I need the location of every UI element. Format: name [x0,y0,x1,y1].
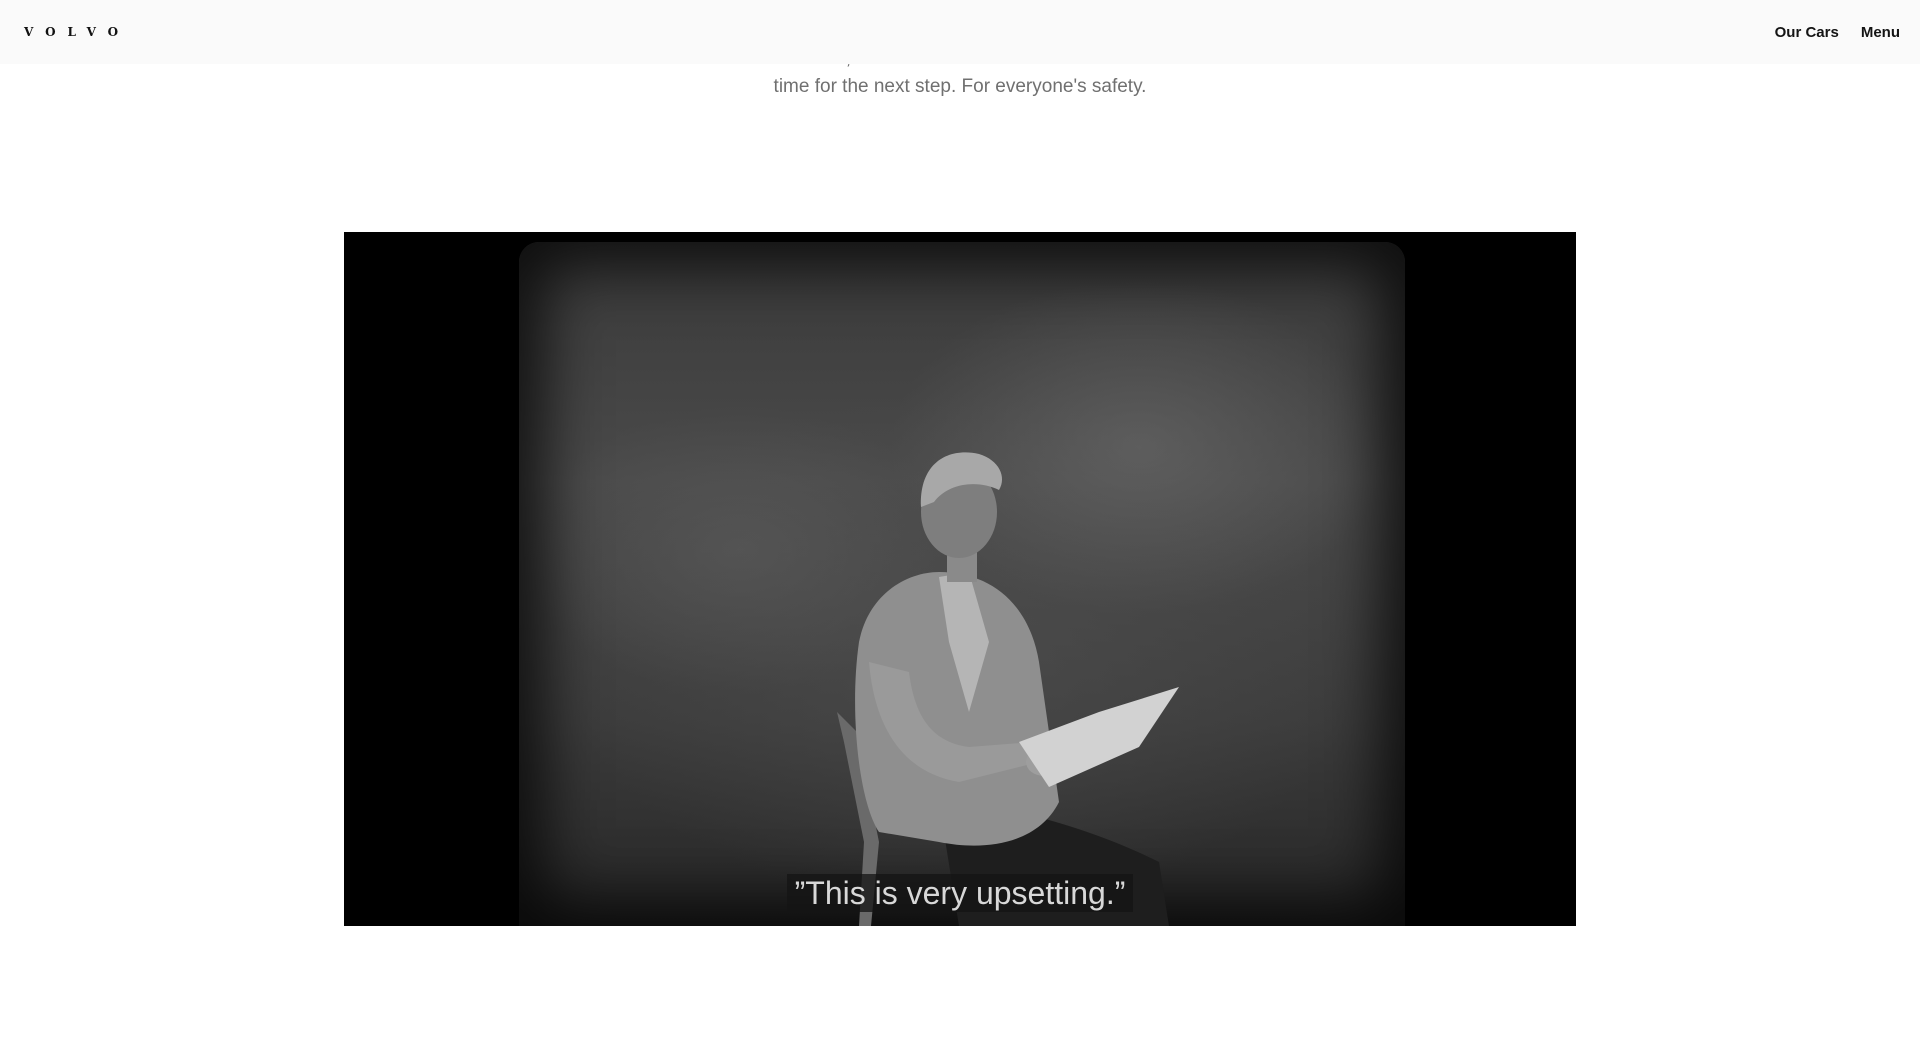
video-player[interactable]: ”This is very upsetting.” [344,232,1576,926]
video-subtitle: ”This is very upsetting.” [786,874,1134,912]
volvo-logo[interactable]: VOLVO [24,25,130,39]
menu-button[interactable]: Menu [1861,24,1900,41]
intro-line-2: time for the next step. For everyone's s… [773,76,1147,97]
main-nav: Our Cars Menu [1775,24,1900,41]
seated-man-image [519,242,1405,926]
site-header: VOLVO Our Cars Menu [0,0,1920,64]
subtitle-container: ”This is very upsetting.” [344,874,1576,912]
video-frame-image [519,242,1405,926]
our-cars-link[interactable]: Our Cars [1775,24,1839,41]
